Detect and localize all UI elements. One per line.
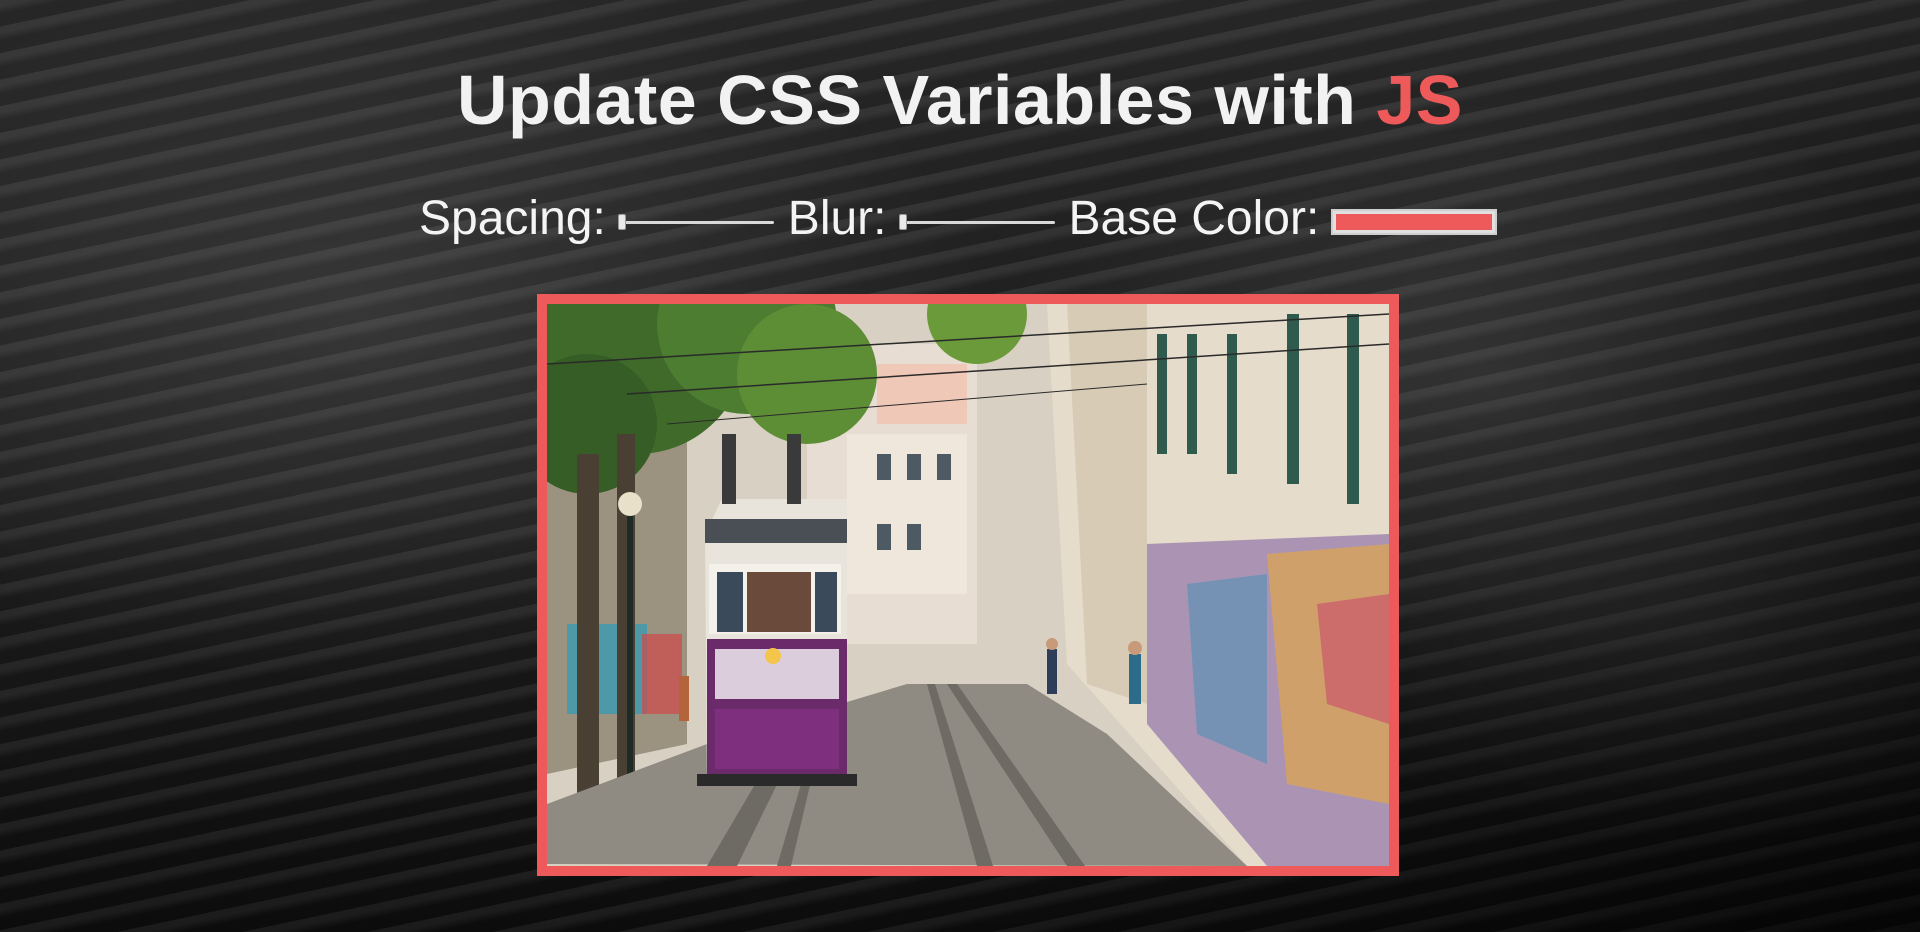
photo-frame [537, 294, 1399, 876]
spacing-label: Spacing: [419, 191, 606, 245]
blur-label: Blur: [787, 191, 887, 245]
title-text: Update CSS Variables with [456, 61, 1377, 139]
blur-slider[interactable] [898, 212, 1055, 232]
spacing-slider[interactable] [617, 212, 774, 232]
base-color-swatch [1336, 214, 1493, 230]
tram-photo [547, 304, 1389, 866]
spacing-slider-thumb[interactable] [617, 214, 626, 230]
title-highlight: JS [1376, 61, 1463, 139]
page-title: Update CSS Variables with JS [0, 60, 1920, 140]
base-color-label: Base Color: [1068, 191, 1320, 245]
spacing-slider-track [617, 221, 774, 224]
controls-bar: Spacing: Blur: Base Color: [419, 190, 1498, 246]
blur-slider-thumb[interactable] [898, 214, 907, 230]
blur-slider-track [898, 221, 1055, 224]
base-color-picker[interactable] [1331, 209, 1498, 235]
tram-photo-illustration [547, 304, 1389, 866]
